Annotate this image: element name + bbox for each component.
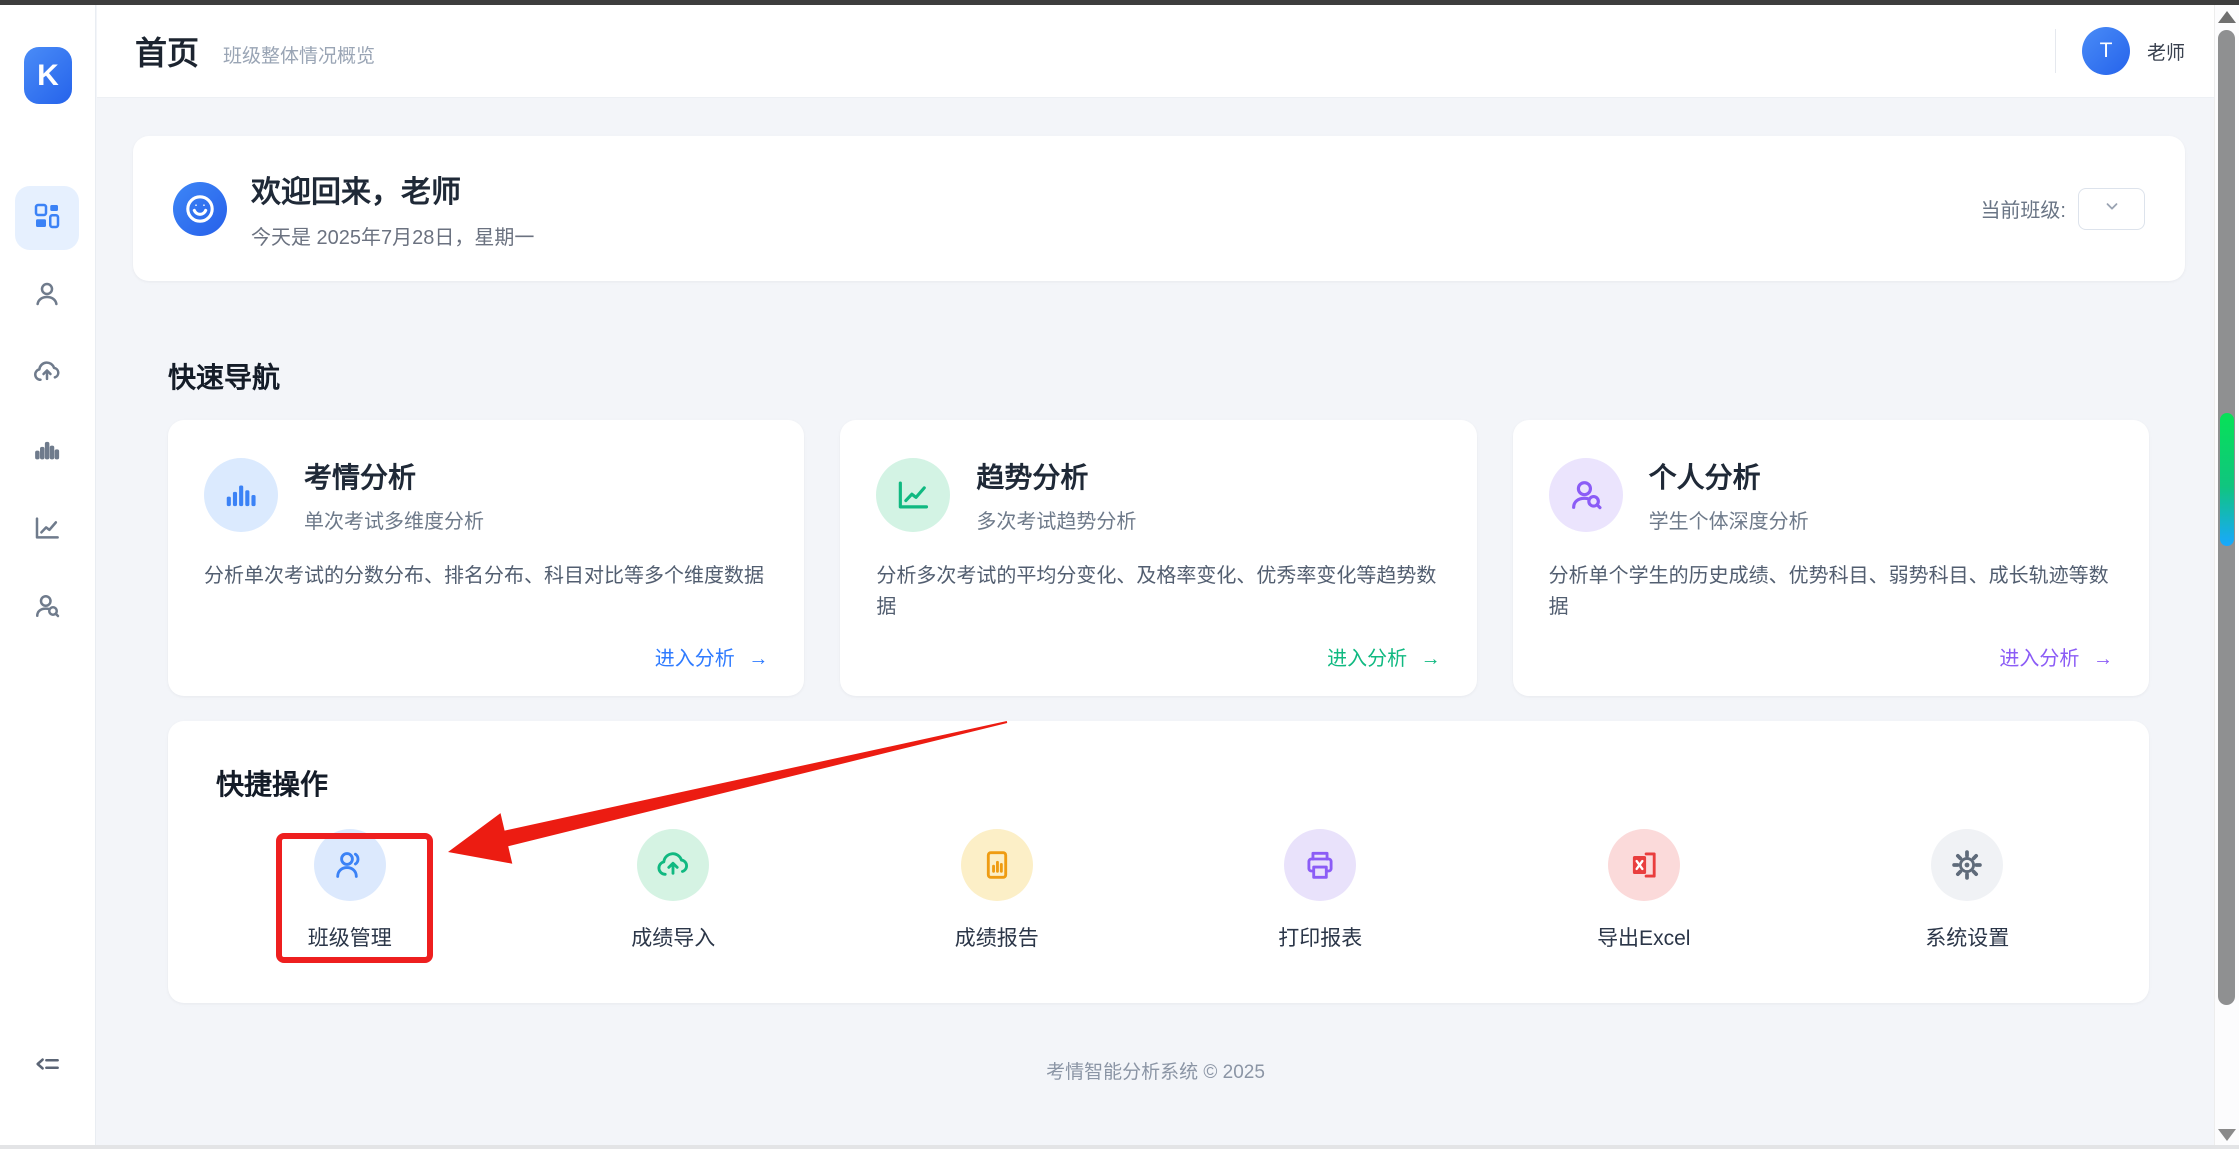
sidebar-item-personal-analysis[interactable] [15, 576, 79, 640]
bar-chart-icon [204, 458, 278, 532]
user-icon [32, 279, 62, 314]
nav-card-exam-analysis[interactable]: 考情分析 单次考试多维度分析 分析单次考试的分数分布、排名分布、科目对比等多个维… [168, 420, 804, 696]
welcome-title: 欢迎回来，老师 [251, 167, 534, 211]
sidebar-item-dashboard[interactable] [15, 186, 79, 250]
welcome-date: 今天是 2025年7月28日，星期一 [251, 221, 534, 250]
enter-analysis-link[interactable]: 进入分析 → [655, 642, 769, 671]
user-search-icon [32, 591, 62, 626]
excel-file-icon [1608, 829, 1680, 901]
user-name: 老师 [2147, 38, 2185, 65]
scroll-down-arrow[interactable] [2218, 1129, 2236, 1141]
user-search-icon [1549, 458, 1623, 532]
nav-card-title: 趋势分析 [976, 456, 1136, 496]
quick-actions-heading: 快捷操作 [216, 763, 328, 803]
arrow-right-icon: → [2093, 648, 2113, 670]
main-content: 欢迎回来，老师 今天是 2025年7月28日，星期一 当前班级: 快速导航 [97, 99, 2239, 1149]
action-item-export-excel[interactable]: 导出Excel [1482, 829, 1806, 952]
action-label: 系统设置 [1925, 922, 2009, 952]
sidebar-item-students[interactable] [15, 264, 79, 328]
sidebar-nav [0, 186, 94, 640]
sidebar-item-import[interactable] [15, 342, 79, 406]
sidebar: K [0, 5, 96, 1149]
enter-analysis-label: 进入分析 [1999, 648, 2079, 670]
nav-card-title: 考情分析 [304, 456, 484, 496]
nav-card-head-texts: 考情分析 单次考试多维度分析 [304, 456, 484, 534]
nav-card-head-texts: 个人分析 学生个体深度分析 [1649, 456, 1809, 534]
enter-analysis-link[interactable]: 进入分析 → [1327, 642, 1441, 671]
current-class-label: 当前班级: [1980, 194, 2066, 223]
quick-actions-card: 快捷操作 班级管理 [168, 721, 2149, 1003]
window-bottom-edge [0, 1145, 2239, 1149]
action-item-print-report[interactable]: 打印报表 [1159, 829, 1483, 952]
nav-card-head: 考情分析 单次考试多维度分析 [204, 456, 768, 534]
fold-menu-icon [32, 1049, 62, 1084]
quick-nav-heading: 快速导航 [168, 356, 280, 396]
page-subtitle: 班级整体情况概览 [223, 35, 375, 68]
arrow-right-icon: → [1421, 648, 1441, 670]
line-chart-icon [32, 513, 62, 548]
app-screen: K [0, 0, 2239, 1149]
page-title: 首页 [135, 28, 199, 74]
smiley-face-icon [173, 182, 227, 236]
action-item-system-settings[interactable]: 系统设置 [1806, 829, 2130, 952]
avatar-initial: T [2100, 39, 2113, 63]
nav-card-description: 分析单次考试的分数分布、排名分布、科目对比等多个维度数据 [204, 561, 768, 592]
line-chart-icon [876, 458, 950, 532]
annotation-highlight-box [276, 833, 433, 963]
nav-card-subtitle: 单次考试多维度分析 [304, 505, 484, 534]
scroll-up-arrow[interactable] [2218, 11, 2236, 23]
top-bar-user-area: T 老师 [2055, 27, 2185, 75]
window-chrome-strip [0, 0, 2239, 5]
avatar[interactable]: T [2082, 27, 2130, 75]
sidebar-item-trend-analysis[interactable] [15, 498, 79, 562]
nav-card-personal-analysis[interactable]: 个人分析 学生个体深度分析 分析单个学生的历史成绩、优势科目、弱势科目、成长轨迹… [1513, 420, 2149, 696]
nav-card-subtitle: 学生个体深度分析 [1649, 505, 1809, 534]
enter-analysis-link[interactable]: 进入分析 → [1999, 642, 2113, 671]
nav-card-head-texts: 趋势分析 多次考试趋势分析 [976, 456, 1136, 534]
user-divider [2055, 29, 2056, 73]
action-label: 打印报表 [1278, 922, 1362, 952]
nav-card-head: 个人分析 学生个体深度分析 [1549, 456, 2113, 534]
welcome-card: 欢迎回来，老师 今天是 2025年7月28日，星期一 当前班级: [133, 136, 2185, 281]
quick-nav-cards: 考情分析 单次考试多维度分析 分析单次考试的分数分布、排名分布、科目对比等多个维… [168, 420, 2149, 696]
action-label: 成绩导入 [631, 922, 715, 952]
cloud-upload-icon [637, 829, 709, 901]
app-logo: K [24, 47, 72, 104]
footer-text: 考情智能分析系统 © 2025 [97, 1057, 2214, 1084]
report-document-icon [961, 829, 1033, 901]
action-label: 导出Excel [1597, 922, 1690, 952]
bar-chart-icon [32, 435, 62, 470]
action-item-score-report[interactable]: 成绩报告 [835, 829, 1159, 952]
class-picker: 当前班级: [1980, 188, 2145, 230]
printer-icon [1284, 829, 1356, 901]
enter-analysis-label: 进入分析 [655, 648, 735, 670]
scroll-position-marker [2220, 413, 2234, 546]
cloud-upload-icon [32, 357, 62, 392]
sidebar-item-exam-analysis[interactable] [15, 420, 79, 484]
sidebar-collapse-button[interactable] [0, 1049, 94, 1084]
top-bar: 首页 班级整体情况概览 T 老师 [97, 5, 2239, 98]
nav-card-trend-analysis[interactable]: 趋势分析 多次考试趋势分析 分析多次考试的平均分变化、及格率变化、优秀率变化等趋… [840, 420, 1476, 696]
gear-icon [1931, 829, 2003, 901]
scrollbar [2214, 5, 2239, 1149]
dashboard-grid-icon [32, 201, 62, 236]
nav-card-title: 个人分析 [1649, 456, 1809, 496]
nav-card-subtitle: 多次考试趋势分析 [976, 505, 1136, 534]
quick-actions-row: 班级管理 成绩导入 [188, 829, 2129, 952]
app-logo-letter: K [37, 59, 59, 93]
welcome-texts: 欢迎回来，老师 今天是 2025年7月28日，星期一 [251, 167, 534, 250]
action-item-score-import[interactable]: 成绩导入 [512, 829, 836, 952]
class-select[interactable] [2078, 188, 2145, 230]
chevron-down-icon [2103, 197, 2121, 220]
nav-card-head: 趋势分析 多次考试趋势分析 [876, 456, 1440, 534]
action-label: 成绩报告 [955, 922, 1039, 952]
nav-card-description: 分析单个学生的历史成绩、优势科目、弱势科目、成长轨迹等数据 [1549, 561, 2113, 623]
nav-card-description: 分析多次考试的平均分变化、及格率变化、优秀率变化等趋势数据 [876, 561, 1440, 623]
enter-analysis-label: 进入分析 [1327, 648, 1407, 670]
arrow-right-icon: → [748, 648, 768, 670]
